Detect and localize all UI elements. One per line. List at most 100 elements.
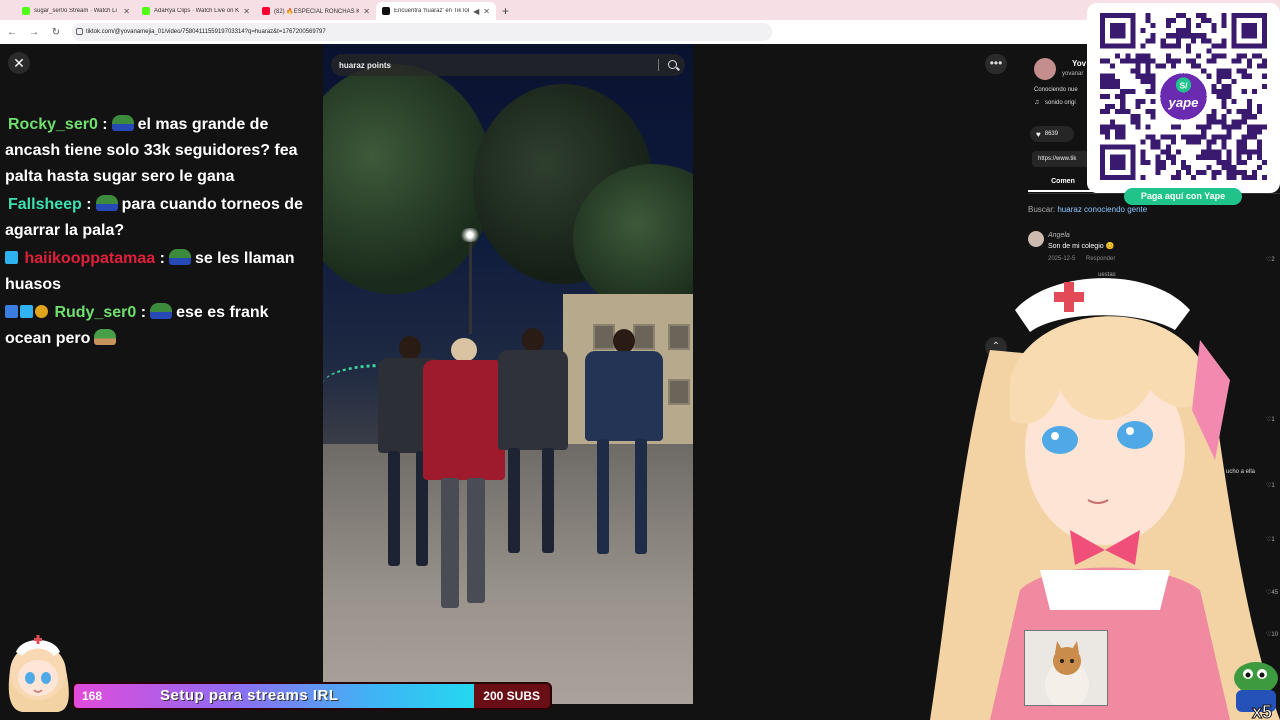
qr-module <box>1256 139 1262 145</box>
creator-handle[interactable]: yovanar <box>1062 71 1083 77</box>
back-icon[interactable]: ← <box>6 27 18 38</box>
close-tab-icon[interactable]: ✕ <box>243 7 250 16</box>
qr-module <box>1221 93 1227 100</box>
qr-module <box>1150 78 1156 84</box>
qr-module <box>1256 154 1262 160</box>
qr-module <box>1216 159 1222 165</box>
qr-module <box>1135 114 1141 120</box>
pet-camera <box>1024 630 1108 706</box>
forward-icon[interactable]: → <box>28 27 40 38</box>
qr-module <box>1241 174 1247 180</box>
qr-module <box>1150 144 1156 150</box>
qr-module <box>1226 134 1232 140</box>
commenter-avatar[interactable] <box>1028 231 1044 247</box>
qr-module <box>1110 83 1116 89</box>
qr-module <box>1221 164 1227 170</box>
comment-author[interactable]: Angela <box>1048 232 1070 239</box>
qr-module <box>1100 73 1106 79</box>
video-search-input[interactable]: huaraz points <box>339 61 391 70</box>
close-tab-icon[interactable]: ✕ <box>483 7 490 16</box>
more-options-icon[interactable]: ••• <box>985 54 1007 74</box>
qr-module <box>1125 53 1131 59</box>
browser-tab-active[interactable]: Encuentra 'huaraz' en TikTok ◀ ✕ <box>376 2 496 20</box>
qr-module <box>1175 149 1181 155</box>
qr-module <box>1211 53 1217 59</box>
jacket <box>498 350 568 450</box>
qr-module <box>1186 18 1192 24</box>
qr-module <box>1236 53 1242 59</box>
leg <box>635 439 647 554</box>
qr-module <box>1201 129 1207 135</box>
qr-module <box>1241 53 1247 59</box>
url-field[interactable]: tiktok.com/@yovanamejia_01/video/7580411… <box>72 23 772 41</box>
qr-module <box>1191 58 1197 64</box>
qr-module <box>1175 28 1181 34</box>
qr-module <box>1115 93 1121 100</box>
qr-module <box>1236 68 1242 74</box>
site-info-icon[interactable] <box>76 28 83 35</box>
eye-right <box>1117 421 1153 449</box>
qr-module <box>1216 53 1222 59</box>
search-icon[interactable] <box>668 60 677 69</box>
qr-module <box>1165 33 1171 39</box>
qr-module <box>1256 53 1262 59</box>
qr-module <box>1201 68 1207 74</box>
qr-module <box>1241 109 1247 115</box>
qr-module <box>1236 124 1242 130</box>
audio-icon[interactable]: ◀ <box>473 7 479 16</box>
comment-search-query[interactable]: huaraz conociendo gente <box>1057 205 1147 214</box>
reload-icon[interactable]: ↻ <box>50 27 62 38</box>
chat-username: Rocky_ser0 <box>8 116 98 133</box>
qr-module <box>1256 124 1262 130</box>
kick-icon <box>142 7 150 15</box>
new-tab-icon[interactable]: + <box>502 2 509 20</box>
qr-module <box>1100 129 1106 135</box>
browser-tab[interactable]: (82) 🔥ESPECIAL RONCHAS K ✕ <box>256 2 376 20</box>
qr-module <box>1135 73 1141 79</box>
qr-module <box>1191 134 1197 140</box>
building-window <box>668 379 690 405</box>
video-link-field[interactable]: https://www.tik <box>1032 151 1092 167</box>
comment-search-label: Buscar: <box>1028 205 1056 214</box>
qr-module <box>1216 68 1222 74</box>
qr-module <box>1175 169 1181 175</box>
qr-module <box>1241 134 1247 140</box>
qr-module <box>1246 99 1252 105</box>
qr-module <box>1206 124 1212 130</box>
pepe-emote-icon <box>95 195 118 211</box>
qr-module <box>1105 129 1111 135</box>
tab-title: Encuentra 'huaraz' en TikTok <box>394 8 470 14</box>
comment-search[interactable]: Buscar: huaraz conociendo gente <box>1028 205 1147 214</box>
qr-module <box>1196 124 1202 130</box>
qr-module <box>1211 139 1217 145</box>
close-icon[interactable]: ✕ <box>8 52 30 74</box>
browser-tab[interactable]: AdaRya Clips · Watch Live on K ✕ <box>136 2 256 20</box>
building-window <box>668 324 690 350</box>
qr-module <box>1221 134 1227 140</box>
qr-module <box>1115 53 1121 59</box>
qr-module <box>1236 144 1242 150</box>
qr-module <box>1145 18 1151 24</box>
kick-icon <box>22 7 30 15</box>
browser-tab[interactable]: sugar_ser0o Stream · Watch Li ✕ <box>16 2 136 20</box>
qr-module <box>1256 129 1262 135</box>
like-button[interactable]: ♥ 8639 <box>1030 126 1074 142</box>
close-tab-icon[interactable]: ✕ <box>363 7 370 16</box>
tracksuit <box>585 351 663 441</box>
video-player[interactable] <box>323 44 693 704</box>
creator-avatar[interactable] <box>1034 58 1056 80</box>
qr-module <box>1226 73 1232 79</box>
close-tab-icon[interactable]: ✕ <box>123 7 130 16</box>
sound-name[interactable]: sonido origi <box>1045 100 1076 106</box>
qr-module <box>1125 88 1131 94</box>
qr-module <box>1246 109 1252 115</box>
qr-module <box>1186 58 1192 64</box>
qr-module <box>1256 104 1262 110</box>
qr-module <box>1145 88 1151 94</box>
qr-module <box>1261 124 1267 130</box>
qr-module <box>1160 159 1166 165</box>
qr-module <box>1160 38 1166 44</box>
qr-module <box>1216 78 1222 84</box>
qr-module <box>1216 134 1222 140</box>
video-search-bar[interactable]: huaraz points <box>331 54 685 76</box>
